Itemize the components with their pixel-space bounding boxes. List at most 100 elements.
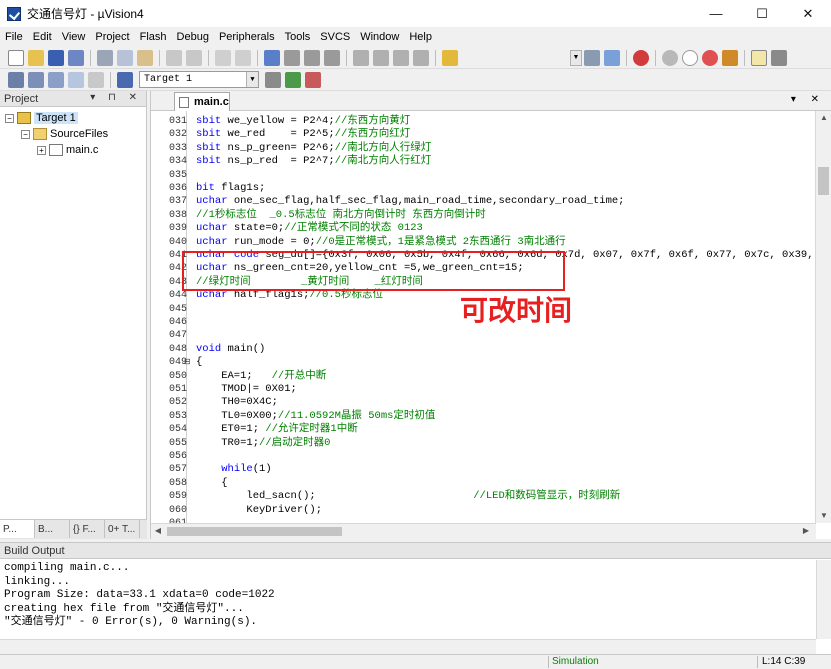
select-packs-icon[interactable] xyxy=(305,71,321,88)
undo-icon[interactable] xyxy=(166,49,182,66)
tree-file[interactable]: + main.c xyxy=(37,142,98,158)
clear-bookmarks-icon[interactable] xyxy=(324,49,340,66)
minimize-button[interactable]: — xyxy=(693,0,739,27)
configure-icon[interactable] xyxy=(771,49,787,66)
scroll-thumb[interactable] xyxy=(818,167,829,195)
tab-project[interactable]: P... xyxy=(0,520,35,538)
maximize-button[interactable]: ☐ xyxy=(739,0,785,27)
find-in-files-icon[interactable] xyxy=(442,49,458,66)
editor-tab-controls[interactable]: ▾ ✕ xyxy=(791,94,825,105)
tab-main-c[interactable]: main.c xyxy=(174,92,230,111)
scroll-down-icon[interactable]: ▼ xyxy=(816,509,831,523)
unindent-icon[interactable] xyxy=(373,49,389,66)
manage-components-icon[interactable] xyxy=(285,71,301,88)
menu-svcs[interactable]: SVCS xyxy=(315,31,355,43)
nav-forward-icon[interactable] xyxy=(235,49,251,66)
scroll-left-icon[interactable]: ◀ xyxy=(151,524,165,538)
code-line: 054 ET0=1; //允许定时器1中断 xyxy=(151,423,816,436)
build-line: linking... xyxy=(4,575,71,588)
menu-view[interactable]: View xyxy=(57,31,91,43)
line-number: 056 xyxy=(169,451,188,462)
nav-back-icon[interactable] xyxy=(215,49,231,66)
code-text: TL0=0X00;//11.0592M晶振 50ms定时初值 xyxy=(196,410,435,423)
translate-icon[interactable] xyxy=(8,71,24,88)
bookmark-icon[interactable] xyxy=(264,49,280,66)
scroll-up-icon[interactable]: ▲ xyxy=(816,111,831,125)
new-file-icon[interactable] xyxy=(8,49,24,66)
debug-session-icon[interactable] xyxy=(633,49,649,66)
build-line: Program Size: data=33.1 xdata=0 code=102… xyxy=(4,589,275,601)
line-number: 048 xyxy=(169,343,188,355)
target-select[interactable]: Target 1 ▼ xyxy=(139,71,259,88)
menu-tools[interactable]: Tools xyxy=(280,31,316,43)
build-output-title: Build Output xyxy=(4,544,65,557)
tree-target[interactable]: − Target 1 xyxy=(5,110,78,126)
incremental-find-icon[interactable] xyxy=(604,49,620,66)
copy-icon[interactable] xyxy=(117,49,133,66)
uncomment-icon[interactable] xyxy=(413,49,429,66)
comment-icon[interactable] xyxy=(393,49,409,66)
code-comment: //1秒标志位 _0.5标志位 南北方向倒计时 东西方向倒计时 xyxy=(196,208,486,221)
menu-window[interactable]: Window xyxy=(355,31,404,43)
code-text: { xyxy=(196,477,227,490)
menu-debug[interactable]: Debug xyxy=(172,31,214,43)
build-icon[interactable] xyxy=(28,71,44,88)
redo-icon[interactable] xyxy=(186,49,202,66)
fold-icon[interactable]: ⊟ xyxy=(184,356,192,369)
menu-peripherals[interactable]: Peripherals xyxy=(214,31,280,43)
window-layout-icon[interactable] xyxy=(751,49,767,66)
kill-breakpoints-icon[interactable] xyxy=(702,49,718,66)
next-bookmark-icon[interactable] xyxy=(304,49,320,66)
collapse-icon[interactable]: − xyxy=(21,129,30,139)
find-dropdown-icon[interactable]: ▼ xyxy=(570,49,582,66)
code-statement: bit flag1s; xyxy=(196,182,266,194)
paste-icon[interactable] xyxy=(137,49,153,66)
enable-breakpoint-icon[interactable] xyxy=(682,49,698,66)
cut-icon[interactable] xyxy=(97,49,113,66)
rebuild-icon[interactable] xyxy=(48,71,64,88)
close-button[interactable]: ✕ xyxy=(785,0,831,27)
menu-project[interactable]: Project xyxy=(90,31,134,43)
tree-group[interactable]: − SourceFiles xyxy=(21,126,108,142)
prev-bookmark-icon[interactable] xyxy=(284,49,300,66)
code-line: 059 led_sacn(); //LED和数码管显示，时刻刷新 xyxy=(151,490,816,503)
code-line: 052 TH0=0X4C; xyxy=(151,396,816,409)
menu-edit[interactable]: Edit xyxy=(28,31,57,43)
editor-horizontal-scrollbar[interactable]: ◀ ▶ xyxy=(151,523,816,539)
build-vertical-scrollbar[interactable] xyxy=(816,560,831,639)
expand-icon[interactable]: + xyxy=(37,145,46,155)
target-options-icon[interactable] xyxy=(265,71,281,88)
status-bar: Simulation L:14 C:39 xyxy=(0,654,831,669)
code-text: TMOD|= 0X01; xyxy=(196,383,297,396)
status-mode: Simulation xyxy=(552,656,599,667)
editor-vertical-scrollbar[interactable]: ▲ ▼ xyxy=(815,111,831,523)
save-all-icon[interactable] xyxy=(68,49,84,66)
menu-help[interactable]: Help xyxy=(404,31,437,43)
hscroll-thumb[interactable] xyxy=(167,527,342,536)
line-number: 047 xyxy=(169,330,188,342)
collapse-icon[interactable]: − xyxy=(5,113,14,123)
find-icon[interactable] xyxy=(584,49,600,66)
download-icon[interactable] xyxy=(117,71,133,88)
tab-books[interactable]: B... xyxy=(35,520,70,538)
open-folder-icon[interactable] xyxy=(28,49,44,66)
code-statement: sbit ns_p_green= P2^6; xyxy=(196,141,335,154)
code-comment: //启动定时器0 xyxy=(259,436,331,449)
menu-file[interactable]: File xyxy=(0,31,28,43)
panel-controls[interactable]: ▾ ⊓ ✕ xyxy=(90,92,142,103)
menu-flash[interactable]: Flash xyxy=(135,31,172,43)
code-text: while(1) xyxy=(196,463,271,476)
code-text: ET0=1; //允许定时器1中断 xyxy=(196,423,358,436)
code-comment: //南北方向人行红灯 xyxy=(334,155,432,168)
disable-breakpoints-icon[interactable] xyxy=(722,49,738,66)
save-icon[interactable] xyxy=(48,49,64,66)
scroll-right-icon[interactable]: ▶ xyxy=(799,524,813,538)
stop-build-icon[interactable] xyxy=(88,71,104,88)
batch-build-icon[interactable] xyxy=(68,71,84,88)
indent-icon[interactable] xyxy=(353,49,369,66)
tab-templates[interactable]: 0+ T... xyxy=(105,520,140,538)
tab-functions[interactable]: {} F... xyxy=(70,520,105,538)
project-panel-tabs: P... B... {} F... 0+ T... xyxy=(0,519,147,539)
insert-breakpoint-icon[interactable] xyxy=(662,49,678,66)
build-horizontal-scrollbar[interactable] xyxy=(0,639,816,654)
